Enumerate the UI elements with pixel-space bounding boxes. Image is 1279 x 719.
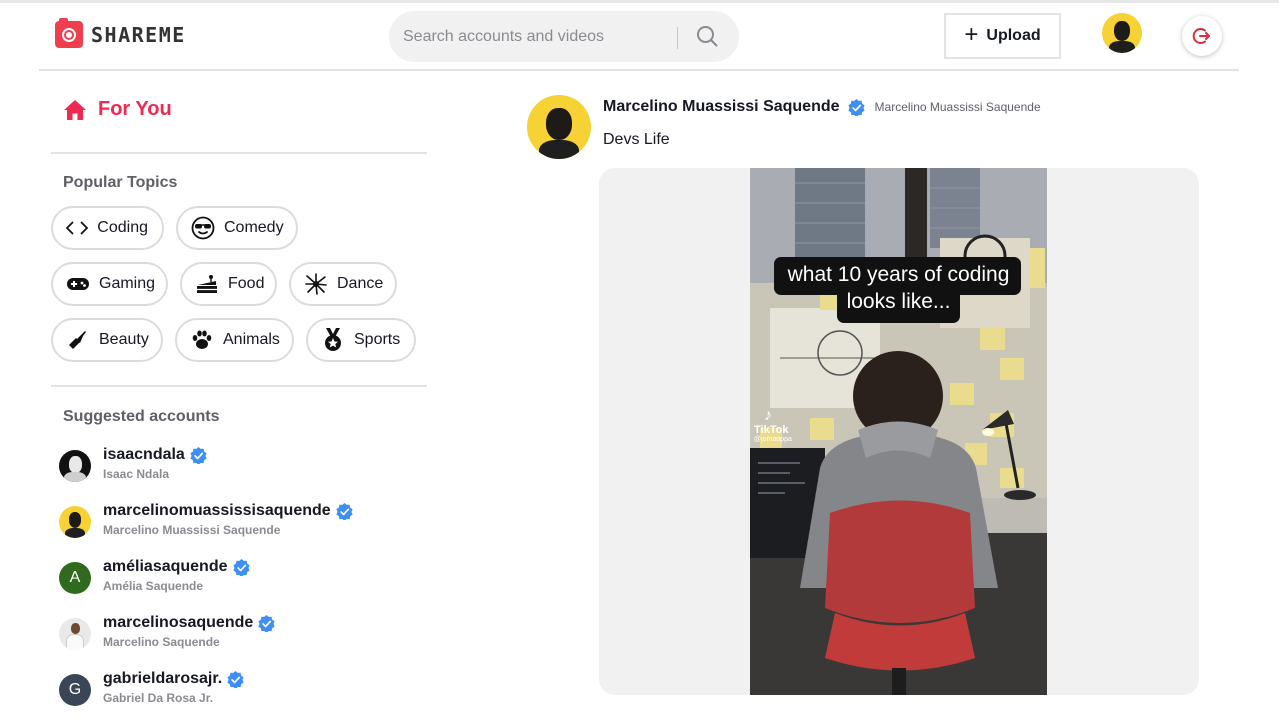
home-icon: [64, 99, 86, 120]
topic-label: Beauty: [99, 331, 149, 348]
topic-gaming[interactable]: Gaming: [51, 262, 168, 306]
nav-for-you[interactable]: For You: [63, 98, 172, 121]
medal-icon: [321, 328, 345, 351]
topic-comedy[interactable]: Comedy: [176, 206, 298, 250]
post-caption: Devs Life: [603, 131, 670, 148]
search-bar: [389, 11, 739, 62]
video-frame: [750, 168, 1047, 695]
verified-icon: [190, 446, 207, 464]
verified-icon: [258, 614, 275, 632]
upload-label: Upload: [986, 27, 1041, 44]
topic-label: Comedy: [224, 219, 284, 236]
post-author-avatar[interactable]: [527, 95, 591, 159]
for-you-label: For You: [98, 98, 172, 120]
logo[interactable]: SHAREME: [55, 18, 186, 48]
search-divider: [677, 27, 678, 49]
search-button[interactable]: [685, 14, 729, 58]
avatar: A: [59, 562, 91, 594]
camera-icon: [55, 18, 83, 48]
avatar: [59, 506, 91, 538]
search-icon: [697, 26, 718, 47]
topic-label: Sports: [354, 331, 401, 348]
avatar: [59, 450, 91, 482]
dance-icon: [304, 273, 328, 295]
plus-icon: +: [964, 21, 979, 48]
upload-button[interactable]: + Upload: [944, 13, 1061, 59]
topic-label: Dance: [337, 275, 384, 292]
suggested-account[interactable]: isaacndala Isaac Ndala: [59, 446, 207, 482]
topic-beauty[interactable]: Beauty: [51, 318, 163, 362]
account-handle: gabrieldarosajr.: [103, 670, 223, 687]
suggested-account[interactable]: marcelinomuassissisaquende Marcelino Mua…: [59, 502, 353, 538]
video-container: what 10 years of coding looks like... ♪ …: [599, 168, 1199, 695]
code-icon: [66, 217, 89, 239]
topic-animals[interactable]: Animals: [175, 318, 294, 362]
topic-label: Food: [228, 275, 265, 292]
suggested-account[interactable]: G gabrieldarosajr. Gabriel Da Rosa Jr.: [59, 670, 244, 706]
video-watermark: ♪ TikTok @jomaoppa: [754, 407, 792, 444]
topic-label: Animals: [223, 331, 280, 348]
account-name: Isaac Ndala: [103, 467, 170, 481]
gamepad-icon: [66, 273, 90, 295]
account-handle: marcelinosaquende: [103, 614, 254, 631]
sidebar-divider: [51, 152, 427, 154]
sunglasses-face-icon: [191, 216, 215, 240]
suggested-account[interactable]: A améliasaquende Amélia Saquende: [59, 558, 250, 594]
suggested-account[interactable]: marcelinosaquende Marcelino Saquende: [59, 614, 275, 650]
verified-icon: [336, 502, 353, 520]
logout-icon: [1192, 28, 1210, 44]
post-header: Marcelino Muassissi Saquende Marcelino M…: [603, 98, 1041, 116]
account-name: Marcelino Saquende: [103, 635, 220, 649]
user-avatar[interactable]: [1102, 13, 1142, 53]
lipstick-icon: [66, 329, 90, 351]
verified-icon: [847, 98, 865, 116]
music-note-icon: ♪: [764, 407, 772, 424]
account-handle: isaacndala: [103, 446, 185, 463]
topic-coding[interactable]: Coding: [51, 206, 164, 250]
avatar: [59, 618, 91, 650]
topic-sports[interactable]: Sports: [306, 318, 416, 362]
account-name: Marcelino Muassissi Saquende: [103, 523, 281, 537]
topic-food[interactable]: Food: [180, 262, 277, 306]
video-player[interactable]: what 10 years of coding looks like... ♪ …: [750, 168, 1047, 695]
account-handle: améliasaquende: [103, 558, 228, 575]
topic-label: Coding: [97, 219, 148, 236]
post-fullname: Marcelino Muassissi Saquende: [874, 100, 1041, 114]
account-handle: marcelinomuassissisaquende: [103, 502, 331, 519]
paw-icon: [190, 329, 214, 351]
verified-icon: [227, 670, 244, 688]
search-input[interactable]: [403, 11, 663, 62]
account-name: Gabriel Da Rosa Jr.: [103, 691, 214, 705]
suggested-accounts-title: Suggested accounts: [63, 408, 220, 425]
avatar: G: [59, 674, 91, 706]
logout-button[interactable]: [1182, 16, 1222, 56]
topic-dance[interactable]: Dance: [289, 262, 397, 306]
cake-icon: [195, 273, 219, 295]
popular-topics-title: Popular Topics: [63, 174, 178, 191]
post-username[interactable]: Marcelino Muassissi Saquende: [603, 98, 840, 116]
video-caption-overlay: what 10 years of coding looks like...: [787, 263, 1010, 313]
topic-label: Gaming: [99, 275, 156, 292]
sidebar-divider: [51, 385, 427, 387]
verified-icon: [232, 558, 250, 576]
account-name: Amélia Saquende: [103, 579, 204, 593]
header: SHAREME + Upload: [39, 3, 1239, 71]
logo-text: SHAREME: [91, 22, 186, 47]
